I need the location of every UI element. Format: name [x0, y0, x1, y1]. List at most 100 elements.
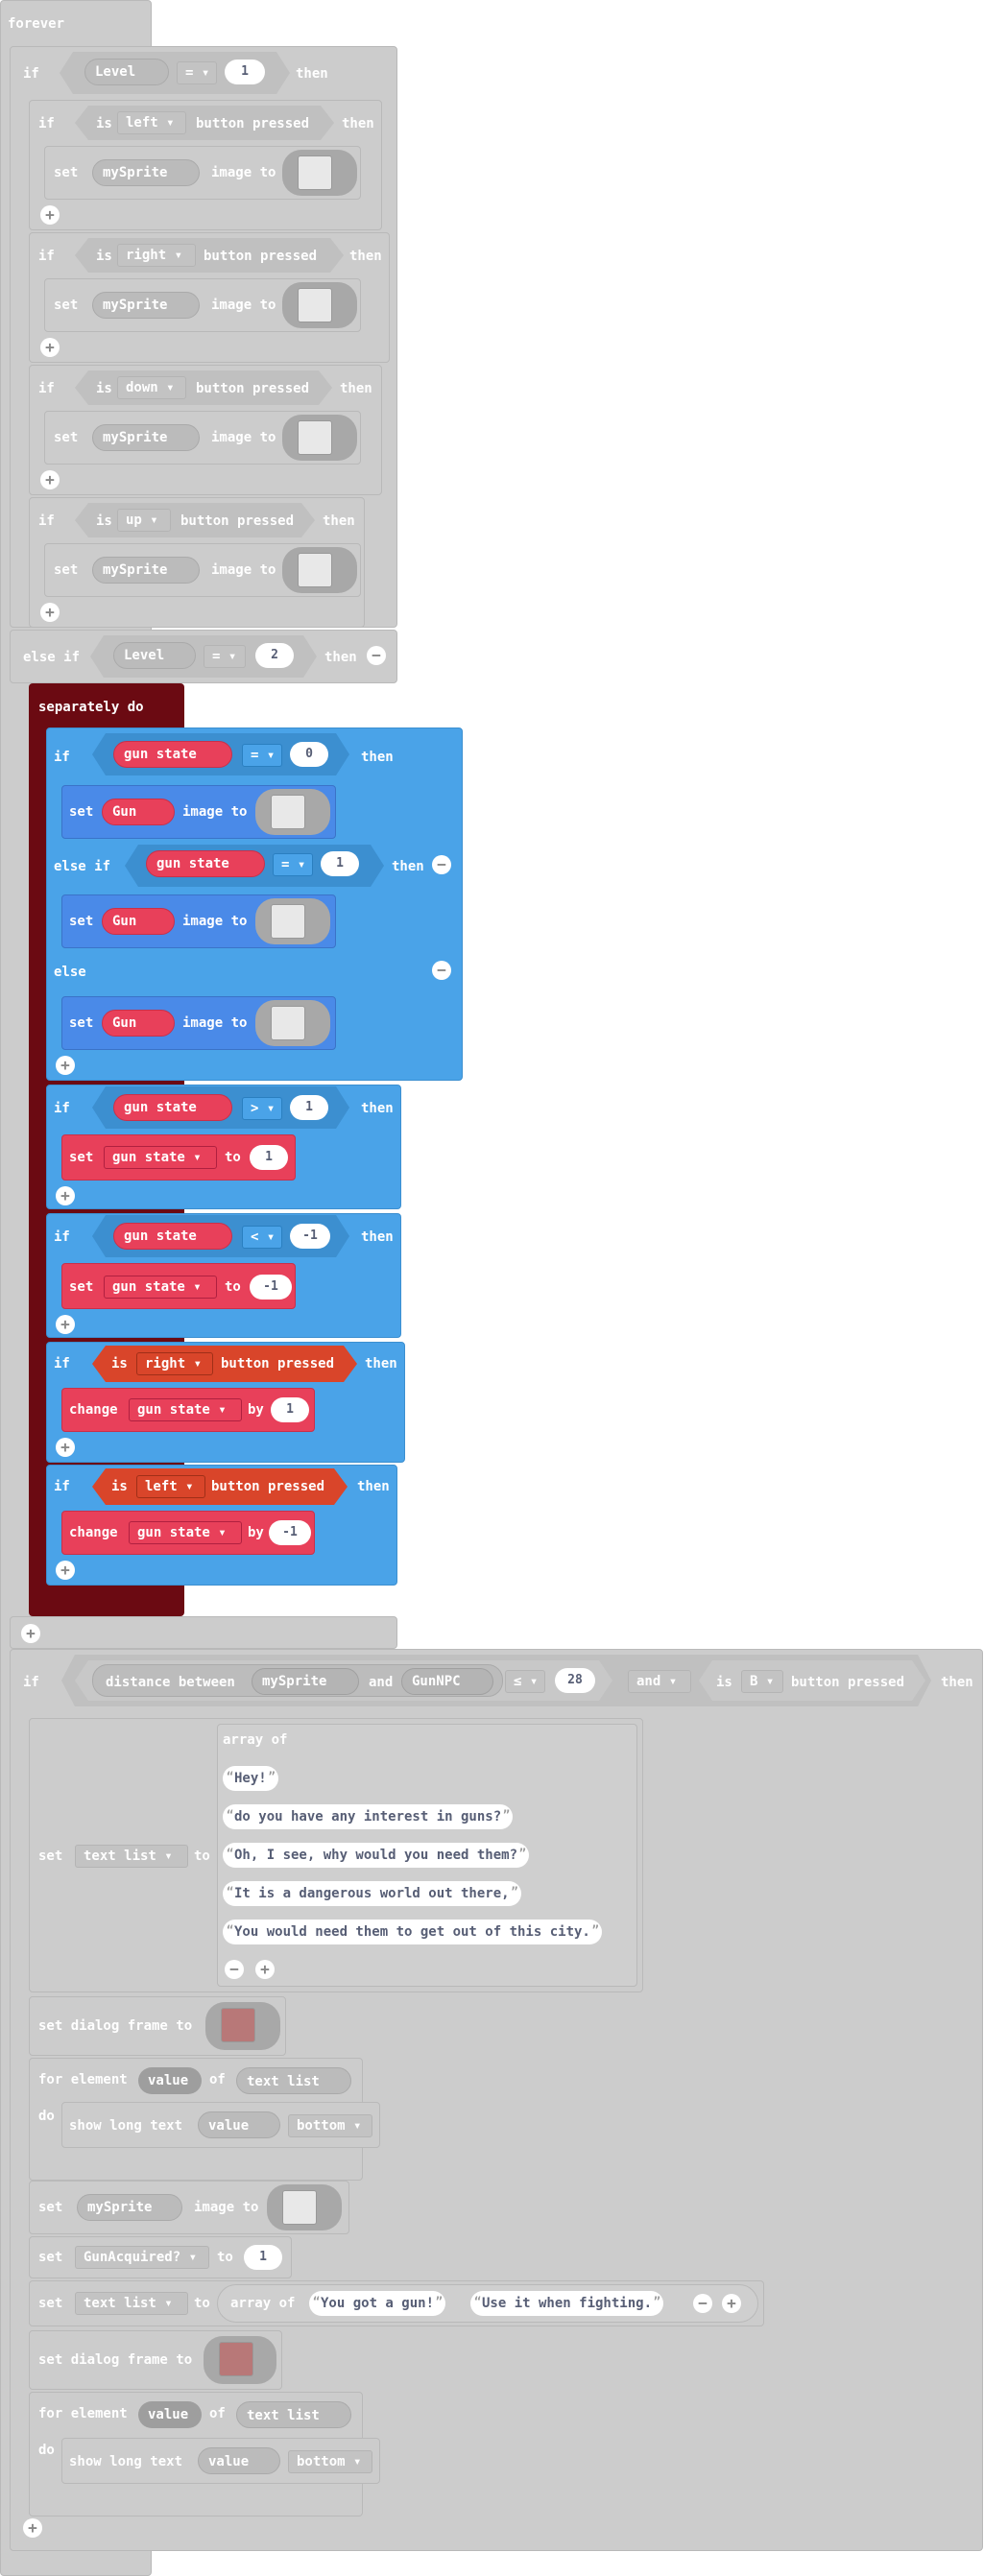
level-var[interactable]: Level [84, 59, 169, 85]
plus-icon[interactable]: + [56, 1438, 75, 1457]
minus-icon[interactable]: − [367, 646, 386, 665]
dialog-string-1[interactable]: Hey! [223, 1764, 278, 1791]
dialog-string-3[interactable]: Oh, I see, why would you need them? [223, 1841, 530, 1868]
mysprite-dropdown[interactable]: mySprite [92, 292, 200, 319]
plus-icon[interactable]: + [56, 1186, 75, 1205]
then-label: then [361, 750, 394, 765]
plus-icon[interactable]: + [255, 1960, 275, 1979]
one-number[interactable]: 1 [321, 851, 359, 876]
plus-icon[interactable]: + [40, 205, 60, 225]
one-number[interactable]: 1 [290, 1095, 328, 1120]
sprite-image-left[interactable] [282, 150, 357, 196]
right-button-dropdown[interactable]: right [117, 244, 196, 267]
level-var[interactable]: Level [113, 642, 196, 669]
if-label: if [54, 1101, 70, 1116]
plus-icon[interactable]: + [722, 2294, 741, 2313]
set-label: set [38, 1849, 63, 1864]
gun-state-var[interactable]: gun state [113, 1094, 232, 1121]
gun-var-dropdown[interactable]: Gun [102, 1010, 175, 1037]
neg-one-number[interactable]: -1 [290, 1224, 330, 1249]
dialog-frame-image[interactable] [205, 2002, 280, 2050]
else-if-label: else if [23, 650, 81, 665]
gun-state-var[interactable]: gun state [113, 741, 232, 768]
dialog-frame-icon [221, 2008, 255, 2042]
bottom-dropdown[interactable]: bottom [288, 2114, 372, 2137]
gun-image-else[interactable] [255, 1000, 330, 1046]
plus-icon[interactable]: + [23, 2518, 42, 2538]
plus-icon[interactable]: + [40, 470, 60, 489]
minus-icon[interactable]: − [225, 1960, 244, 1979]
left-button-dropdown[interactable]: left [136, 1475, 205, 1498]
mysprite-dropdown[interactable]: mySprite [92, 159, 200, 186]
mysprite-dropdown[interactable]: mySprite [92, 424, 200, 451]
neg-one-number[interactable]: -1 [250, 1275, 292, 1300]
mysprite-dropdown[interactable]: mySprite [92, 557, 200, 584]
le-op-dropdown[interactable]: ≤ [505, 1670, 545, 1693]
gun-image-0[interactable] [255, 789, 330, 835]
forever-label: forever [8, 16, 65, 32]
sprite-image-down[interactable] [282, 415, 357, 461]
dialog-string-4[interactable]: It is a dangerous world out there, [223, 1879, 521, 1906]
plus-icon[interactable]: + [21, 1624, 40, 1643]
left-button-dropdown[interactable]: left [117, 111, 186, 134]
dialog-string-5[interactable]: You would need them to get out of this c… [223, 1918, 602, 1944]
zero-number[interactable]: 0 [290, 742, 328, 767]
gun-var-dropdown[interactable]: Gun [102, 799, 175, 825]
plus-icon[interactable]: + [40, 603, 60, 622]
gun-state-dropdown[interactable]: gun state [129, 1398, 242, 1421]
sprite-image-gun[interactable] [267, 2184, 342, 2230]
gun-acquired-dropdown[interactable]: GunAcquired? [75, 2246, 209, 2269]
down-button-dropdown[interactable]: down [117, 376, 186, 399]
gunnpc-dropdown[interactable]: GunNPC [401, 1668, 493, 1695]
if-level-footer [10, 1616, 397, 1649]
one-number[interactable]: 1 [250, 1145, 288, 1170]
text-list-var[interactable]: text list [236, 2067, 351, 2094]
text-list-dropdown[interactable]: text list [75, 2292, 188, 2315]
gun-image-1[interactable] [255, 898, 330, 944]
value-var[interactable]: value [138, 2067, 202, 2094]
value-dropdown[interactable]: value [198, 2111, 280, 2138]
lt-op-dropdown[interactable]: < [242, 1226, 282, 1249]
gun-state-dropdown[interactable]: gun state [104, 1146, 217, 1169]
eq-op-dropdown[interactable]: = [204, 645, 246, 668]
eq-op-dropdown[interactable]: = [242, 744, 282, 767]
up-button-dropdown[interactable]: up [117, 509, 171, 532]
dialog2-string-2[interactable]: Use it when fighting. [470, 2289, 664, 2316]
minus-icon[interactable]: − [432, 961, 451, 980]
one-number[interactable]: 1 [244, 2245, 282, 2270]
mysprite-dropdown[interactable]: mySprite [77, 2194, 182, 2221]
dialog-string-2[interactable]: do you have any interest in guns? [223, 1802, 514, 1829]
gun-state-dropdown[interactable]: gun state [104, 1276, 217, 1299]
one-number[interactable]: 1 [271, 1397, 309, 1422]
level-1-number[interactable]: 1 [225, 60, 265, 84]
dialog2-string-1[interactable]: You got a gun! [309, 2289, 446, 2316]
right-button-dropdown[interactable]: right [136, 1352, 213, 1375]
plus-icon[interactable]: + [56, 1056, 75, 1075]
minus-icon[interactable]: − [432, 855, 451, 874]
level-2-number[interactable]: 2 [255, 643, 294, 668]
bottom-dropdown[interactable]: bottom [288, 2450, 372, 2473]
plus-icon[interactable]: + [56, 1315, 75, 1334]
sprite-image-right[interactable] [282, 282, 357, 328]
text-list-var[interactable]: text list [236, 2401, 351, 2428]
value-var[interactable]: value [138, 2401, 202, 2428]
gun-state-dropdown[interactable]: gun state [129, 1521, 242, 1544]
sprite-image-up[interactable] [282, 547, 357, 593]
minus-icon[interactable]: − [693, 2294, 712, 2313]
mysprite-dropdown[interactable]: mySprite [252, 1668, 359, 1695]
value-dropdown[interactable]: value [198, 2447, 280, 2474]
text-list-dropdown[interactable]: text list [75, 1845, 188, 1868]
neg-one-number[interactable]: -1 [269, 1520, 311, 1545]
plus-icon[interactable]: + [56, 1561, 75, 1580]
b-button-dropdown[interactable]: B [741, 1670, 783, 1693]
plus-icon[interactable]: + [40, 338, 60, 357]
distance-28-number[interactable]: 28 [555, 1668, 595, 1693]
gun-state-var[interactable]: gun state [146, 850, 265, 877]
eq-op-dropdown[interactable]: = [273, 853, 313, 876]
gun-var-dropdown[interactable]: Gun [102, 908, 175, 935]
dialog-frame-image-2[interactable] [204, 2336, 276, 2384]
gun-state-var[interactable]: gun state [113, 1223, 232, 1250]
and-op-dropdown[interactable]: and [628, 1670, 691, 1693]
eq-op-dropdown[interactable]: = [177, 61, 217, 84]
gt-op-dropdown[interactable]: > [242, 1097, 282, 1120]
